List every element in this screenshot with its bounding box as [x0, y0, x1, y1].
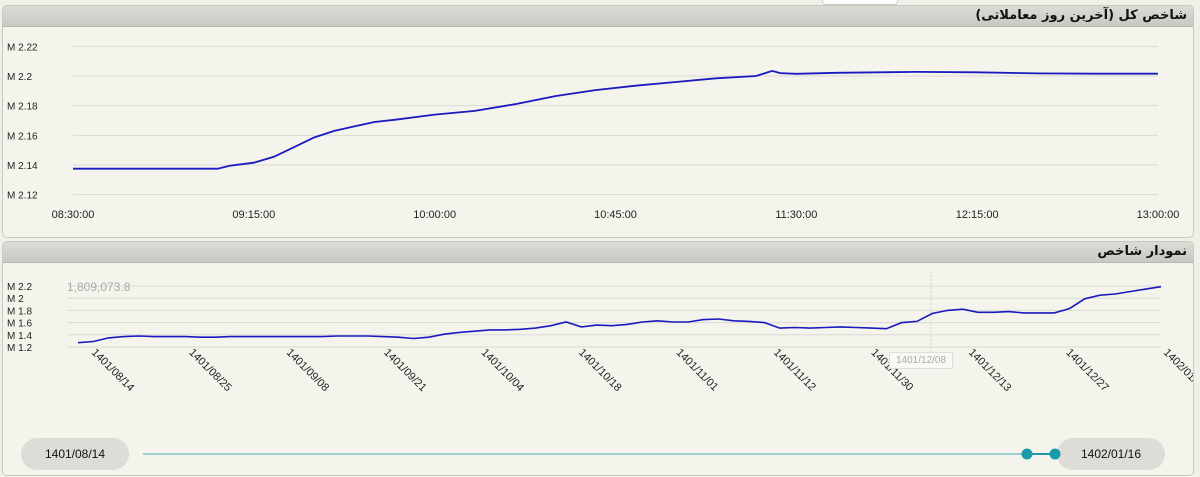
intraday-x-tick: 11:30:00 [775, 209, 817, 221]
range-end-handle[interactable] [1049, 448, 1061, 460]
intraday-y-tick: M 2.12 [7, 191, 38, 202]
intraday-index-line [73, 69, 1158, 170]
intraday-panel-title: شاخص کل (آخرین روز معاملاتی) [3, 6, 1193, 27]
intraday-x-tick: 08:30:00 [52, 209, 95, 221]
index-history-panel: نمودار شاخص M 1.2 M 1.4 M 1.6 M 1.8 M 2M 2.2… [2, 241, 1194, 476]
history-x-tick: 1401/11/01 [674, 347, 721, 394]
history-x-tick: 1401/10/18 [576, 347, 623, 394]
history-x-tick: 1401/08/25 [186, 347, 233, 394]
intraday-y-tick: M 2.2 [7, 72, 32, 83]
intraday-index-panel: شاخص کل (آخرین روز معاملاتی) M 2.12 M 2.1… [2, 5, 1194, 238]
hover-date-tooltip: 1401/12/08 [889, 352, 954, 369]
history-y-tick: M 1.2 [7, 343, 32, 354]
intraday-x-tick: 10:00:00 [413, 209, 456, 221]
intraday-x-tick: 13:00:00 [1137, 209, 1180, 221]
history-x-tick: 1401/11/12 [771, 347, 818, 394]
range-start-handle[interactable] [1021, 448, 1033, 460]
history-x-tick: 1401/09/21 [381, 347, 428, 394]
history-x-tick: 1401/08/14 [89, 347, 136, 394]
history-x-tick: 1401/10/04 [479, 347, 526, 394]
history-panel-title: نمودار شاخص [3, 242, 1193, 263]
history-x-tick: 1401/12/13 [966, 347, 1013, 394]
intraday-y-tick: M 2.16 [7, 131, 38, 142]
history-y-tick: M 1.4 [7, 331, 32, 342]
history-x-tick: 1401/09/08 [284, 347, 331, 394]
intraday-y-tick: M 2.14 [7, 161, 38, 172]
intraday-x-tick: 10:45:00 [594, 209, 637, 221]
intraday-x-tick: 12:15:00 [956, 209, 999, 221]
history-index-line [77, 285, 1162, 344]
history-chart[interactable]: M 1.2M 1.4M 1.6 M 1.8M 2M 2.2 1,809,073.8 1… [3, 263, 1193, 403]
history-x-tick: 1401/12/27 [1063, 347, 1110, 394]
intraday-chart[interactable]: M 2.12 M 2.14 M 2.16 M 2.18 M 2.2 M 2.22 08:30… [3, 27, 1193, 238]
intraday-x-tick: 09:15:00 [232, 209, 275, 221]
intraday-y-tick: M 2.18 [7, 102, 38, 113]
hover-value-label: 1,809,073.8 [67, 280, 131, 294]
range-slider[interactable] [3, 434, 1193, 474]
history-y-tick: M 1.6 [7, 319, 32, 330]
history-y-tick: M 2.2 [7, 282, 32, 293]
intraday-y-tick: M 2.22 [7, 42, 38, 53]
history-y-tick: M 1.8 [7, 306, 32, 317]
history-y-tick: M 2 [7, 294, 24, 305]
history-x-tick: 1402/01/16 [1161, 347, 1193, 394]
